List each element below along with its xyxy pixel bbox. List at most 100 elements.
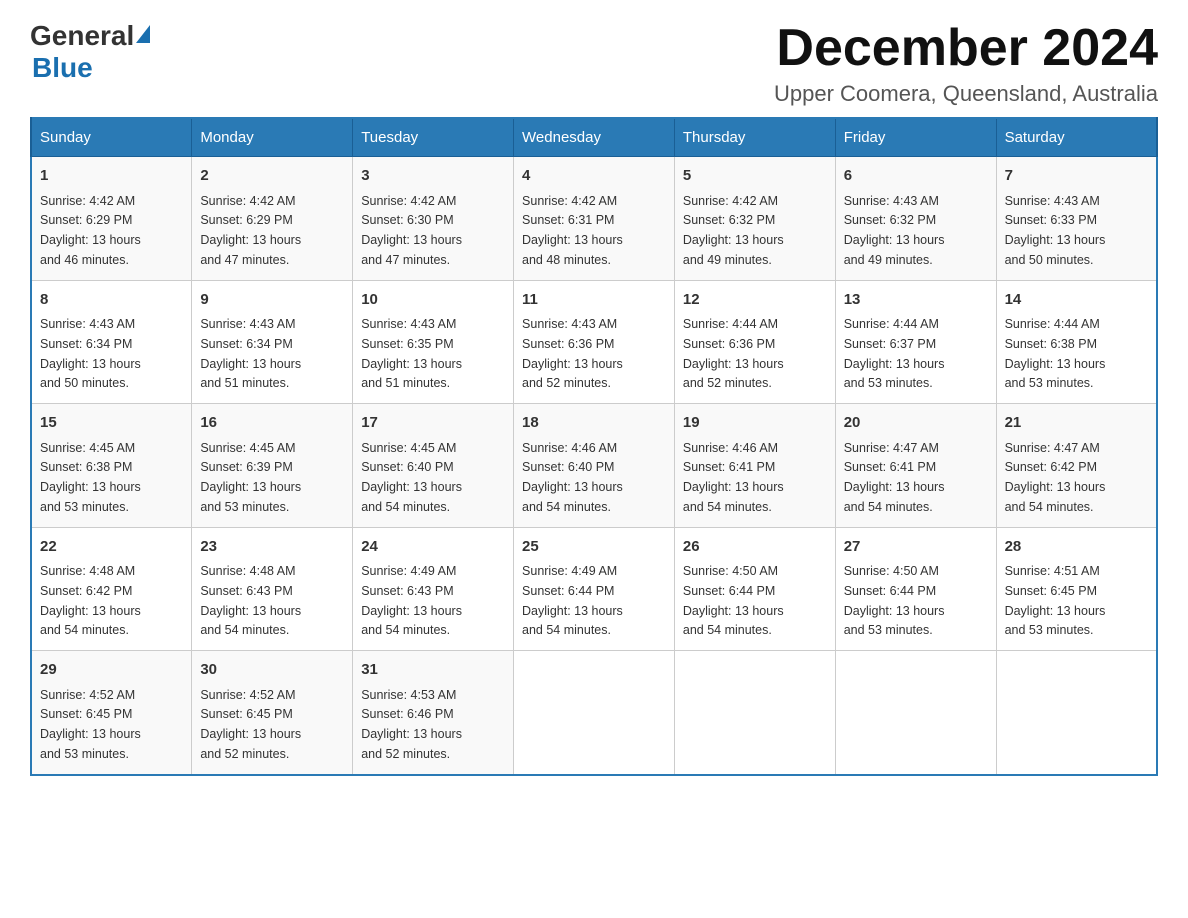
calendar-cell: 18 Sunrise: 4:46 AMSunset: 6:40 PMDaylig… [514,404,675,528]
calendar-cell [514,651,675,775]
day-number: 30 [200,659,344,682]
day-info: Sunrise: 4:45 AMSunset: 6:39 PMDaylight:… [200,441,301,514]
header-monday: Monday [192,118,353,157]
logo: General Blue [30,20,150,84]
day-number: 11 [522,289,666,312]
day-info: Sunrise: 4:49 AMSunset: 6:43 PMDaylight:… [361,564,462,637]
day-number: 14 [1005,289,1148,312]
day-info: Sunrise: 4:44 AMSunset: 6:36 PMDaylight:… [683,317,784,390]
day-number: 25 [522,536,666,559]
day-number: 23 [200,536,344,559]
calendar-cell: 20 Sunrise: 4:47 AMSunset: 6:41 PMDaylig… [835,404,996,528]
calendar-cell: 8 Sunrise: 4:43 AMSunset: 6:34 PMDayligh… [31,280,192,404]
calendar-cell: 4 Sunrise: 4:42 AMSunset: 6:31 PMDayligh… [514,157,675,281]
header-wednesday: Wednesday [514,118,675,157]
day-number: 31 [361,659,505,682]
calendar-week-row: 29 Sunrise: 4:52 AMSunset: 6:45 PMDaylig… [31,651,1157,775]
calendar-cell: 11 Sunrise: 4:43 AMSunset: 6:36 PMDaylig… [514,280,675,404]
day-info: Sunrise: 4:44 AMSunset: 6:38 PMDaylight:… [1005,317,1106,390]
calendar-cell: 6 Sunrise: 4:43 AMSunset: 6:32 PMDayligh… [835,157,996,281]
day-info: Sunrise: 4:50 AMSunset: 6:44 PMDaylight:… [844,564,945,637]
day-number: 5 [683,165,827,188]
calendar-cell: 29 Sunrise: 4:52 AMSunset: 6:45 PMDaylig… [31,651,192,775]
day-info: Sunrise: 4:43 AMSunset: 6:32 PMDaylight:… [844,194,945,267]
day-info: Sunrise: 4:42 AMSunset: 6:29 PMDaylight:… [200,194,301,267]
day-number: 19 [683,412,827,435]
calendar-cell: 25 Sunrise: 4:49 AMSunset: 6:44 PMDaylig… [514,527,675,651]
calendar-cell [835,651,996,775]
calendar-cell: 31 Sunrise: 4:53 AMSunset: 6:46 PMDaylig… [353,651,514,775]
day-number: 9 [200,289,344,312]
day-info: Sunrise: 4:47 AMSunset: 6:42 PMDaylight:… [1005,441,1106,514]
day-number: 15 [40,412,183,435]
calendar-cell: 13 Sunrise: 4:44 AMSunset: 6:37 PMDaylig… [835,280,996,404]
logo-blue-text: Blue [32,52,93,84]
day-info: Sunrise: 4:42 AMSunset: 6:32 PMDaylight:… [683,194,784,267]
day-number: 21 [1005,412,1148,435]
day-number: 7 [1005,165,1148,188]
logo-general-text: General [30,20,134,52]
calendar-cell: 10 Sunrise: 4:43 AMSunset: 6:35 PMDaylig… [353,280,514,404]
day-number: 22 [40,536,183,559]
calendar-cell: 14 Sunrise: 4:44 AMSunset: 6:38 PMDaylig… [996,280,1157,404]
day-info: Sunrise: 4:43 AMSunset: 6:36 PMDaylight:… [522,317,623,390]
day-number: 12 [683,289,827,312]
day-info: Sunrise: 4:42 AMSunset: 6:30 PMDaylight:… [361,194,462,267]
calendar-cell [996,651,1157,775]
header-saturday: Saturday [996,118,1157,157]
calendar-cell: 27 Sunrise: 4:50 AMSunset: 6:44 PMDaylig… [835,527,996,651]
day-number: 13 [844,289,988,312]
day-info: Sunrise: 4:53 AMSunset: 6:46 PMDaylight:… [361,688,462,761]
calendar-cell: 3 Sunrise: 4:42 AMSunset: 6:30 PMDayligh… [353,157,514,281]
day-info: Sunrise: 4:52 AMSunset: 6:45 PMDaylight:… [200,688,301,761]
calendar-week-row: 22 Sunrise: 4:48 AMSunset: 6:42 PMDaylig… [31,527,1157,651]
calendar-cell: 17 Sunrise: 4:45 AMSunset: 6:40 PMDaylig… [353,404,514,528]
day-number: 28 [1005,536,1148,559]
calendar-cell: 12 Sunrise: 4:44 AMSunset: 6:36 PMDaylig… [674,280,835,404]
logo-triangle-icon [136,25,150,43]
calendar-header-row: SundayMondayTuesdayWednesdayThursdayFrid… [31,118,1157,157]
calendar-cell: 26 Sunrise: 4:50 AMSunset: 6:44 PMDaylig… [674,527,835,651]
day-info: Sunrise: 4:51 AMSunset: 6:45 PMDaylight:… [1005,564,1106,637]
day-number: 17 [361,412,505,435]
calendar-cell: 9 Sunrise: 4:43 AMSunset: 6:34 PMDayligh… [192,280,353,404]
day-info: Sunrise: 4:47 AMSunset: 6:41 PMDaylight:… [844,441,945,514]
calendar-cell: 24 Sunrise: 4:49 AMSunset: 6:43 PMDaylig… [353,527,514,651]
day-number: 10 [361,289,505,312]
day-info: Sunrise: 4:52 AMSunset: 6:45 PMDaylight:… [40,688,141,761]
calendar-cell: 30 Sunrise: 4:52 AMSunset: 6:45 PMDaylig… [192,651,353,775]
calendar-week-row: 15 Sunrise: 4:45 AMSunset: 6:38 PMDaylig… [31,404,1157,528]
day-info: Sunrise: 4:43 AMSunset: 6:34 PMDaylight:… [40,317,141,390]
day-number: 26 [683,536,827,559]
calendar-week-row: 8 Sunrise: 4:43 AMSunset: 6:34 PMDayligh… [31,280,1157,404]
day-number: 1 [40,165,183,188]
day-number: 8 [40,289,183,312]
day-info: Sunrise: 4:42 AMSunset: 6:29 PMDaylight:… [40,194,141,267]
day-number: 24 [361,536,505,559]
day-number: 18 [522,412,666,435]
day-info: Sunrise: 4:44 AMSunset: 6:37 PMDaylight:… [844,317,945,390]
day-number: 20 [844,412,988,435]
header-thursday: Thursday [674,118,835,157]
header-sunday: Sunday [31,118,192,157]
day-number: 4 [522,165,666,188]
day-number: 3 [361,165,505,188]
day-info: Sunrise: 4:43 AMSunset: 6:34 PMDaylight:… [200,317,301,390]
day-info: Sunrise: 4:45 AMSunset: 6:38 PMDaylight:… [40,441,141,514]
day-number: 6 [844,165,988,188]
location-title: Upper Coomera, Queensland, Australia [774,81,1158,107]
calendar-cell: 2 Sunrise: 4:42 AMSunset: 6:29 PMDayligh… [192,157,353,281]
day-info: Sunrise: 4:42 AMSunset: 6:31 PMDaylight:… [522,194,623,267]
day-info: Sunrise: 4:50 AMSunset: 6:44 PMDaylight:… [683,564,784,637]
day-number: 16 [200,412,344,435]
calendar-cell: 15 Sunrise: 4:45 AMSunset: 6:38 PMDaylig… [31,404,192,528]
calendar-cell: 21 Sunrise: 4:47 AMSunset: 6:42 PMDaylig… [996,404,1157,528]
day-info: Sunrise: 4:43 AMSunset: 6:33 PMDaylight:… [1005,194,1106,267]
calendar-table: SundayMondayTuesdayWednesdayThursdayFrid… [30,117,1158,776]
day-info: Sunrise: 4:46 AMSunset: 6:40 PMDaylight:… [522,441,623,514]
title-block: December 2024 Upper Coomera, Queensland,… [774,20,1158,107]
calendar-cell [674,651,835,775]
header-tuesday: Tuesday [353,118,514,157]
day-info: Sunrise: 4:49 AMSunset: 6:44 PMDaylight:… [522,564,623,637]
day-info: Sunrise: 4:46 AMSunset: 6:41 PMDaylight:… [683,441,784,514]
